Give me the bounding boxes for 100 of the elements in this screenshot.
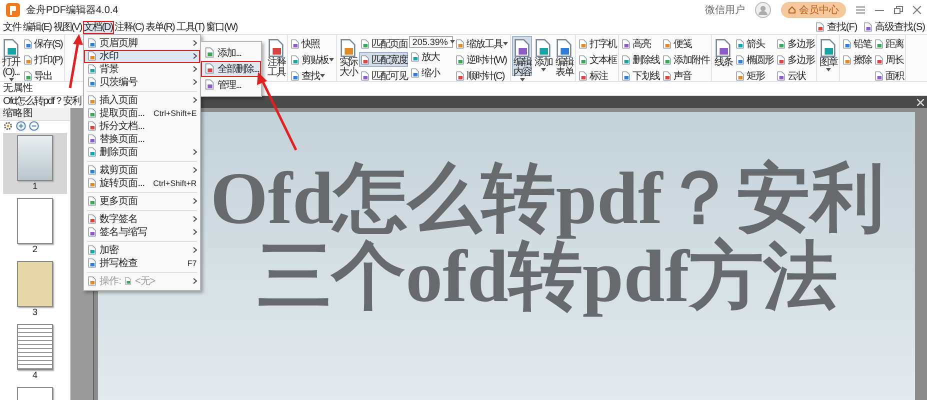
menu-item[interactable]: 提取页面... Ctrl+Shift+E [84,106,200,120]
page-thumbnail[interactable]: 4 [3,322,67,383]
toolbar-button[interactable]: 面积 [873,68,904,83]
menu-item[interactable]: 旋转页面... Ctrl+Shift+R [84,176,200,190]
menu-item[interactable]: 拼写检查 F7 [84,256,200,270]
document-icon [86,214,97,224]
app-logo-icon [6,3,20,17]
page-thumbnail[interactable]: 2 [3,196,67,257]
document-icon [863,22,874,32]
menu-item[interactable]: 拆分文档... [84,120,200,132]
menu-item[interactable]: 背景 [84,62,200,76]
toolbar-button[interactable]: 下划线 [620,68,660,83]
menu-item[interactable]: 加密 [84,244,200,256]
toolbar-button[interactable]: 铅笔 [841,36,872,51]
toolbar-button[interactable]: 声音 [661,68,710,83]
find-button[interactable]: 高级查找(S) [863,20,925,34]
menu-item[interactable]: 替换页面... [84,132,200,146]
toolbar-button[interactable]: 添加附件 [661,52,710,67]
toolbar-button[interactable]: 匹配可见 [359,68,408,83]
menu-item[interactable]: 视图(V) [52,20,83,34]
toolbar-button[interactable]: 矩形 [734,68,774,83]
toolbar-button[interactable]: 导出 [22,68,64,83]
toolbar-button[interactable]: 实际大小 [338,36,358,76]
document-icon [290,38,300,48]
toolbar-button[interactable]: 椭圆形 [734,52,774,67]
toolbar-button[interactable]: 距离 [873,36,904,51]
menu-item[interactable]: 窗口(W) [205,20,238,34]
toolbar-button[interactable]: 添加 [533,36,554,76]
menu-item[interactable]: 注释(C) [114,20,144,34]
document-icon [713,38,734,58]
toolbar-button[interactable]: 箭头 [734,36,774,51]
menu-icon[interactable] [856,6,865,14]
toolbar-button[interactable]: 匹配页面 [359,36,408,51]
document-icon [86,165,97,175]
toolbar-button[interactable]: 线条 [713,36,734,76]
document-icon [554,38,574,58]
toolbar-button[interactable]: 擦除 [841,52,872,67]
toolbar-button[interactable]: 保存(S) [22,36,64,51]
document-icon [86,227,97,237]
close-icon[interactable] [913,6,921,14]
toolbar-button[interactable]: 标注 [577,68,618,83]
toolbar-button[interactable]: 打印(P) [22,52,64,67]
toolbar-button[interactable]: 图章 [818,36,838,76]
zoom-in-icon[interactable] [16,121,26,131]
toolbar-button[interactable]: 周长 [873,52,904,67]
menu-item[interactable]: 工具(T) [175,20,206,34]
toolbar-button[interactable]: 缩放工具 [454,36,510,51]
toolbar-button[interactable]: 多边形 [775,52,816,67]
restore-icon[interactable] [894,6,903,14]
menu-item[interactable]: 更多页面 [84,194,200,208]
document-tab[interactable]: Ofd怎么转pdf？安利 [0,96,84,108]
toolbar-button[interactable]: 匹配宽度 [359,52,408,67]
panel-header: 缩略图 [0,108,70,121]
menu-item[interactable]: 插入页面 [84,94,200,106]
menu-item[interactable]: 删除页面 [84,146,200,158]
chevron-icon [192,97,197,103]
menu-item[interactable]: 数字签名 [84,212,200,226]
find-button[interactable]: 查找(F) [814,20,858,34]
menu-item[interactable]: 贝茨编号 [84,76,200,88]
zoom-out-icon[interactable] [29,121,39,131]
toolbar-button[interactable]: 逆时针(W) [454,52,510,67]
settings-icon[interactable] [3,121,13,131]
toolbar-button[interactable]: 打开(O)... [1,36,21,76]
toolbar-button[interactable]: 云状 [775,68,816,83]
toolbar-button[interactable]: 删除线 [620,52,660,67]
menu-item[interactable]: 签名与缩写 [84,226,200,238]
toolbar-button[interactable]: 高亮 [620,36,660,51]
menu-item[interactable]: 裁剪页面 [84,164,200,176]
toolbar-button[interactable]: 剪贴板 [289,52,336,67]
zoom-field[interactable]: 205.39% [409,36,454,48]
toolbar-button[interactable]: 注释工具 [266,36,286,76]
toolbar-button[interactable]: 查找 [289,68,336,83]
menu-item[interactable]: 添加... [200,44,261,60]
menu-item[interactable]: 管理... [200,76,261,92]
menu-item[interactable]: 文档(D) [82,20,114,34]
toolbar-button[interactable]: 放大 [409,49,454,64]
document-icon [874,38,884,48]
document-icon [814,22,825,32]
chevron-icon [192,278,197,284]
menu-item[interactable]: 全部删除... [200,60,261,76]
toolbar-button[interactable]: 打字机 [577,36,618,51]
document-icon [266,38,286,58]
page-thumbnail[interactable]: 3 [3,259,67,320]
avatar-icon[interactable] [755,2,771,18]
menu-item[interactable]: 表单(R) [144,20,176,34]
toolbar-button[interactable]: 便笺 [661,36,710,51]
document-icon [86,258,97,268]
toolbar-button[interactable]: 顺时针(C) [454,68,510,83]
toolbar-button[interactable]: 编辑表单 [554,36,574,76]
document-icon [204,47,215,58]
document-icon [578,38,588,48]
toolbar-button[interactable]: 多边形 [775,36,816,51]
document-icon [578,54,588,64]
toolbar-button[interactable]: 快照 [289,36,336,51]
document-icon [338,38,358,58]
toolbar-button[interactable]: 文本框 [577,52,618,67]
menu-item[interactable]: 文件 [2,20,22,34]
menu-item[interactable]: 编辑(E) [22,20,52,34]
page-thumbnail[interactable]: 1 [3,133,67,194]
toolbar-button[interactable]: 缩小 [409,65,454,80]
